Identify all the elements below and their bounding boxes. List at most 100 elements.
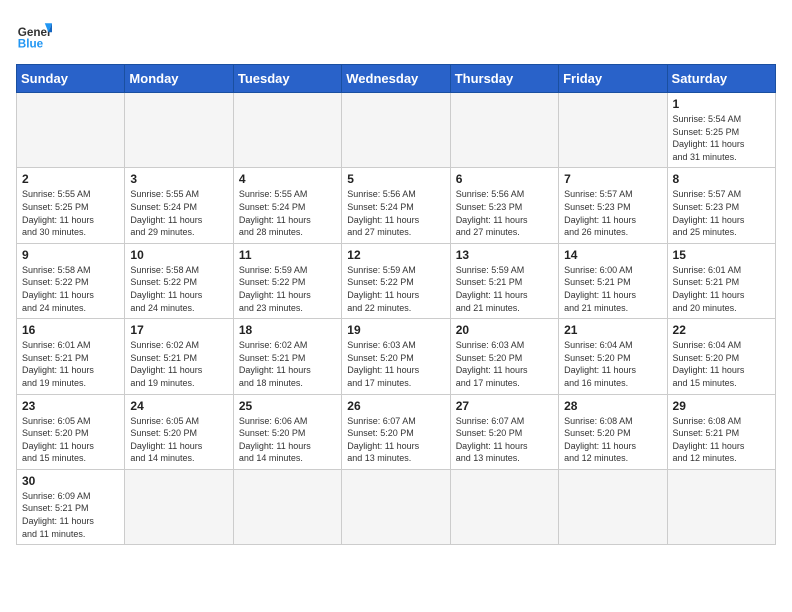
day-number: 16 bbox=[22, 323, 119, 337]
day-number: 1 bbox=[673, 97, 770, 111]
day-number: 4 bbox=[239, 172, 336, 186]
calendar-cell bbox=[233, 93, 341, 168]
day-info: Sunrise: 6:08 AM Sunset: 5:20 PM Dayligh… bbox=[564, 415, 661, 465]
calendar-cell: 19 Sunrise: 6:03 AM Sunset: 5:20 PM Dayli… bbox=[342, 319, 450, 394]
day-info: Sunrise: 6:01 AM Sunset: 5:21 PM Dayligh… bbox=[673, 264, 770, 314]
weekday-header-tuesday: Tuesday bbox=[233, 65, 341, 93]
day-number: 17 bbox=[130, 323, 227, 337]
day-number: 29 bbox=[673, 399, 770, 413]
day-number: 5 bbox=[347, 172, 444, 186]
calendar-cell: 2 Sunrise: 5:55 AM Sunset: 5:25 PM Daylig… bbox=[17, 168, 125, 243]
weekday-header-friday: Friday bbox=[559, 65, 667, 93]
day-number: 24 bbox=[130, 399, 227, 413]
weekday-header-thursday: Thursday bbox=[450, 65, 558, 93]
day-info: Sunrise: 5:59 AM Sunset: 5:21 PM Dayligh… bbox=[456, 264, 553, 314]
calendar: SundayMondayTuesdayWednesdayThursdayFrid… bbox=[16, 64, 776, 545]
day-info: Sunrise: 6:02 AM Sunset: 5:21 PM Dayligh… bbox=[130, 339, 227, 389]
calendar-cell: 28 Sunrise: 6:08 AM Sunset: 5:20 PM Dayli… bbox=[559, 394, 667, 469]
calendar-cell bbox=[125, 469, 233, 544]
day-number: 6 bbox=[456, 172, 553, 186]
calendar-cell: 1 Sunrise: 5:54 AM Sunset: 5:25 PM Daylig… bbox=[667, 93, 775, 168]
day-number: 22 bbox=[673, 323, 770, 337]
calendar-cell bbox=[342, 93, 450, 168]
calendar-week-row: 30 Sunrise: 6:09 AM Sunset: 5:21 PM Dayli… bbox=[17, 469, 776, 544]
calendar-week-row: 9Sunrise: 5:58 AM Sunset: 5:22 PM Daylig… bbox=[17, 243, 776, 318]
day-number: 26 bbox=[347, 399, 444, 413]
day-info: Sunrise: 6:03 AM Sunset: 5:20 PM Dayligh… bbox=[347, 339, 444, 389]
day-info: Sunrise: 6:05 AM Sunset: 5:20 PM Dayligh… bbox=[22, 415, 119, 465]
calendar-cell: 4 Sunrise: 5:55 AM Sunset: 5:24 PM Daylig… bbox=[233, 168, 341, 243]
weekday-header-monday: Monday bbox=[125, 65, 233, 93]
calendar-cell: 14 Sunrise: 6:00 AM Sunset: 5:21 PM Dayli… bbox=[559, 243, 667, 318]
day-number: 23 bbox=[22, 399, 119, 413]
day-info: Sunrise: 6:07 AM Sunset: 5:20 PM Dayligh… bbox=[347, 415, 444, 465]
calendar-cell bbox=[450, 469, 558, 544]
calendar-week-row: 2 Sunrise: 5:55 AM Sunset: 5:25 PM Daylig… bbox=[17, 168, 776, 243]
calendar-cell: 11Sunrise: 5:59 AM Sunset: 5:22 PM Dayli… bbox=[233, 243, 341, 318]
day-number: 19 bbox=[347, 323, 444, 337]
calendar-week-row: 1 Sunrise: 5:54 AM Sunset: 5:25 PM Daylig… bbox=[17, 93, 776, 168]
calendar-cell: 13Sunrise: 5:59 AM Sunset: 5:21 PM Dayli… bbox=[450, 243, 558, 318]
header: General Blue bbox=[16, 16, 776, 52]
calendar-cell: 18 Sunrise: 6:02 AM Sunset: 5:21 PM Dayli… bbox=[233, 319, 341, 394]
weekday-header-row: SundayMondayTuesdayWednesdayThursdayFrid… bbox=[17, 65, 776, 93]
logo: General Blue bbox=[16, 16, 52, 52]
day-info: Sunrise: 6:02 AM Sunset: 5:21 PM Dayligh… bbox=[239, 339, 336, 389]
day-number: 14 bbox=[564, 248, 661, 262]
day-info: Sunrise: 5:55 AM Sunset: 5:25 PM Dayligh… bbox=[22, 188, 119, 238]
svg-text:Blue: Blue bbox=[18, 38, 44, 51]
weekday-header-sunday: Sunday bbox=[17, 65, 125, 93]
day-info: Sunrise: 5:57 AM Sunset: 5:23 PM Dayligh… bbox=[673, 188, 770, 238]
day-info: Sunrise: 6:00 AM Sunset: 5:21 PM Dayligh… bbox=[564, 264, 661, 314]
day-info: Sunrise: 5:59 AM Sunset: 5:22 PM Dayligh… bbox=[239, 264, 336, 314]
calendar-cell: 17 Sunrise: 6:02 AM Sunset: 5:21 PM Dayli… bbox=[125, 319, 233, 394]
day-info: Sunrise: 6:01 AM Sunset: 5:21 PM Dayligh… bbox=[22, 339, 119, 389]
day-number: 30 bbox=[22, 474, 119, 488]
day-number: 20 bbox=[456, 323, 553, 337]
day-info: Sunrise: 6:09 AM Sunset: 5:21 PM Dayligh… bbox=[22, 490, 119, 540]
calendar-cell: 3Sunrise: 5:55 AM Sunset: 5:24 PM Daylig… bbox=[125, 168, 233, 243]
day-number: 28 bbox=[564, 399, 661, 413]
calendar-cell: 27Sunrise: 6:07 AM Sunset: 5:20 PM Dayli… bbox=[450, 394, 558, 469]
calendar-cell bbox=[125, 93, 233, 168]
day-number: 7 bbox=[564, 172, 661, 186]
day-info: Sunrise: 5:58 AM Sunset: 5:22 PM Dayligh… bbox=[130, 264, 227, 314]
calendar-cell: 24 Sunrise: 6:05 AM Sunset: 5:20 PM Dayli… bbox=[125, 394, 233, 469]
calendar-cell bbox=[667, 469, 775, 544]
calendar-cell: 26 Sunrise: 6:07 AM Sunset: 5:20 PM Dayli… bbox=[342, 394, 450, 469]
day-info: Sunrise: 6:04 AM Sunset: 5:20 PM Dayligh… bbox=[673, 339, 770, 389]
day-info: Sunrise: 5:54 AM Sunset: 5:25 PM Dayligh… bbox=[673, 113, 770, 163]
day-number: 18 bbox=[239, 323, 336, 337]
day-number: 25 bbox=[239, 399, 336, 413]
calendar-week-row: 23 Sunrise: 6:05 AM Sunset: 5:20 PM Dayli… bbox=[17, 394, 776, 469]
calendar-cell bbox=[559, 469, 667, 544]
calendar-cell bbox=[17, 93, 125, 168]
calendar-cell: 5 Sunrise: 5:56 AM Sunset: 5:24 PM Daylig… bbox=[342, 168, 450, 243]
calendar-cell: 7 Sunrise: 5:57 AM Sunset: 5:23 PM Daylig… bbox=[559, 168, 667, 243]
calendar-body: 1 Sunrise: 5:54 AM Sunset: 5:25 PM Daylig… bbox=[17, 93, 776, 545]
day-info: Sunrise: 5:58 AM Sunset: 5:22 PM Dayligh… bbox=[22, 264, 119, 314]
calendar-cell bbox=[342, 469, 450, 544]
day-info: Sunrise: 6:04 AM Sunset: 5:20 PM Dayligh… bbox=[564, 339, 661, 389]
day-info: Sunrise: 5:57 AM Sunset: 5:23 PM Dayligh… bbox=[564, 188, 661, 238]
calendar-cell: 15Sunrise: 6:01 AM Sunset: 5:21 PM Dayli… bbox=[667, 243, 775, 318]
calendar-cell: 21 Sunrise: 6:04 AM Sunset: 5:20 PM Dayli… bbox=[559, 319, 667, 394]
day-info: Sunrise: 6:08 AM Sunset: 5:21 PM Dayligh… bbox=[673, 415, 770, 465]
calendar-cell: 6Sunrise: 5:56 AM Sunset: 5:23 PM Daylig… bbox=[450, 168, 558, 243]
day-info: Sunrise: 6:03 AM Sunset: 5:20 PM Dayligh… bbox=[456, 339, 553, 389]
day-info: Sunrise: 5:56 AM Sunset: 5:24 PM Dayligh… bbox=[347, 188, 444, 238]
day-number: 3 bbox=[130, 172, 227, 186]
day-number: 21 bbox=[564, 323, 661, 337]
calendar-cell bbox=[450, 93, 558, 168]
calendar-cell bbox=[233, 469, 341, 544]
calendar-cell: 8 Sunrise: 5:57 AM Sunset: 5:23 PM Daylig… bbox=[667, 168, 775, 243]
day-info: Sunrise: 6:07 AM Sunset: 5:20 PM Dayligh… bbox=[456, 415, 553, 465]
weekday-header-saturday: Saturday bbox=[667, 65, 775, 93]
calendar-week-row: 16 Sunrise: 6:01 AM Sunset: 5:21 PM Dayli… bbox=[17, 319, 776, 394]
day-number: 2 bbox=[22, 172, 119, 186]
day-info: Sunrise: 5:55 AM Sunset: 5:24 PM Dayligh… bbox=[239, 188, 336, 238]
day-number: 8 bbox=[673, 172, 770, 186]
day-number: 10 bbox=[130, 248, 227, 262]
day-info: Sunrise: 6:05 AM Sunset: 5:20 PM Dayligh… bbox=[130, 415, 227, 465]
calendar-cell: 25Sunrise: 6:06 AM Sunset: 5:20 PM Dayli… bbox=[233, 394, 341, 469]
